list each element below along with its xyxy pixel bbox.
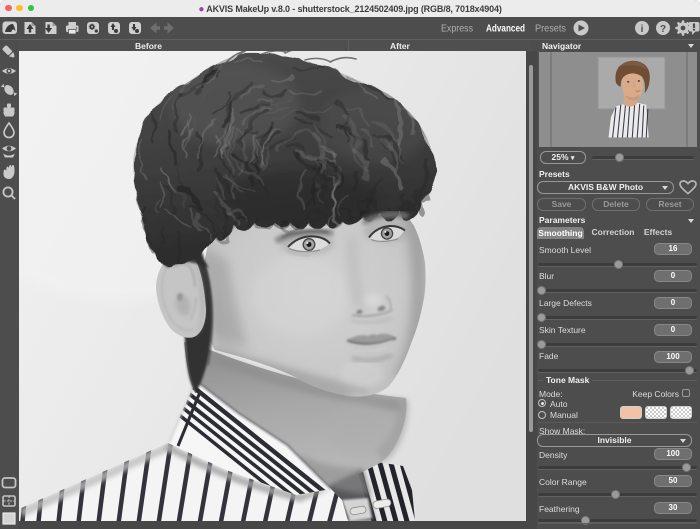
svg-text:Advanced: Advanced	[486, 23, 525, 35]
svg-text:Express: Express	[441, 23, 473, 35]
svg-text:i: i	[641, 24, 644, 35]
svg-text:?: ?	[660, 24, 666, 35]
svg-text:Presets: Presets	[535, 23, 566, 35]
